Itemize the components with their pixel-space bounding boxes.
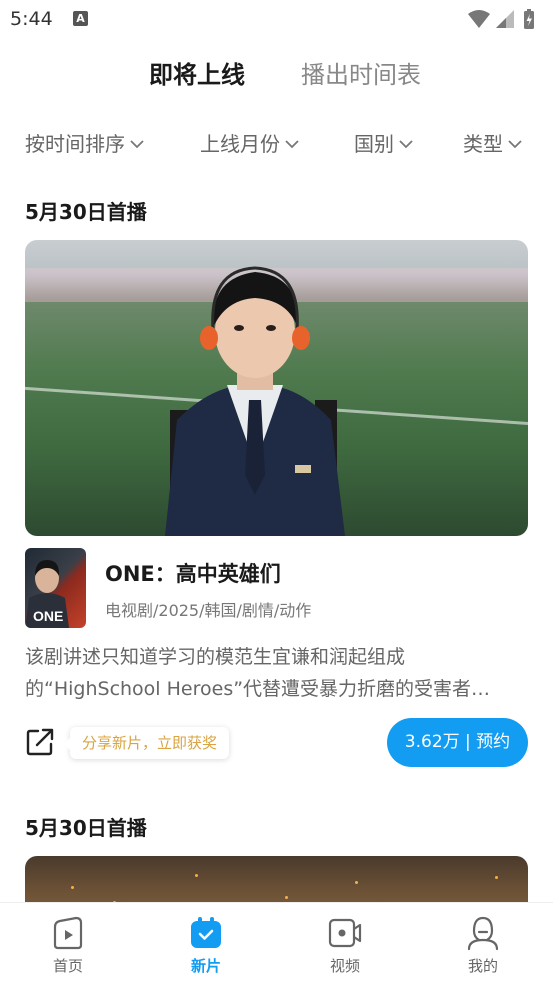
- signal-icon: [496, 10, 514, 28]
- wifi-icon: [468, 10, 490, 28]
- filter-release-month[interactable]: 上线月份: [200, 127, 300, 161]
- show-meta: 电视剧/2025/韩国/剧情/动作: [105, 601, 312, 620]
- top-tabs: 即将上线 播出时间表: [0, 55, 553, 99]
- show-title[interactable]: ONE：高中英雄们: [105, 558, 281, 588]
- notification-icon: A: [73, 11, 88, 26]
- show-poster[interactable]: [25, 240, 528, 536]
- thumbnail-logo-text: ONE: [33, 608, 64, 624]
- share-icon[interactable]: [25, 727, 55, 757]
- share-reward-tooltip[interactable]: 分享新片，立即获奖: [63, 727, 230, 759]
- student-figure-image: [165, 266, 345, 536]
- battery-icon: [524, 9, 534, 29]
- chevron-down-icon: [399, 140, 413, 149]
- filter-label: 类型: [463, 132, 503, 156]
- section-date: 5月30日首播: [25, 816, 147, 840]
- nav-label: 我的: [467, 957, 498, 975]
- home-play-icon: [53, 916, 83, 950]
- filter-label: 国别: [354, 132, 394, 156]
- status-time: 5:44: [10, 8, 53, 30]
- nav-label: 视频: [329, 957, 360, 975]
- filter-bar: 按时间排序 上线月份 国别 类型: [0, 127, 553, 163]
- reserve-button[interactable]: 3.62万 | 预约: [387, 718, 528, 767]
- calendar-check-icon: [191, 917, 221, 948]
- filter-sort-by-time[interactable]: 按时间排序: [25, 127, 145, 161]
- show-thumbnail[interactable]: ONE: [25, 548, 86, 628]
- tab-schedule[interactable]: 播出时间表: [301, 55, 421, 95]
- system-status-icons: [468, 9, 534, 29]
- nav-label: 首页: [52, 957, 83, 975]
- chevron-down-icon: [508, 140, 522, 149]
- show-description: 该剧讲述只知道学习的模范生宜谦和润起组成的“HighSchool Heroes”…: [25, 646, 491, 700]
- status-bar: 5:44 A: [0, 0, 553, 38]
- nav-home[interactable]: 首页: [28, 915, 108, 976]
- nav-label: 新片: [190, 957, 221, 975]
- profile-icon: [467, 916, 499, 951]
- nav-new-releases[interactable]: 新片: [166, 915, 246, 976]
- filter-country[interactable]: 国别: [354, 127, 414, 161]
- chevron-down-icon: [285, 140, 299, 149]
- filter-label: 按时间排序: [25, 132, 125, 156]
- section-date: 5月30日首播: [25, 200, 147, 224]
- video-camera-icon: [328, 918, 362, 948]
- nav-profile[interactable]: 我的: [443, 915, 523, 976]
- nav-video[interactable]: 视频: [305, 915, 385, 976]
- filter-label: 上线月份: [200, 132, 280, 156]
- tab-upcoming[interactable]: 即将上线: [149, 55, 245, 95]
- filter-genre[interactable]: 类型: [463, 127, 523, 161]
- chevron-down-icon: [130, 140, 144, 149]
- bottom-nav: 首页 新片 视频 我的: [0, 902, 553, 984]
